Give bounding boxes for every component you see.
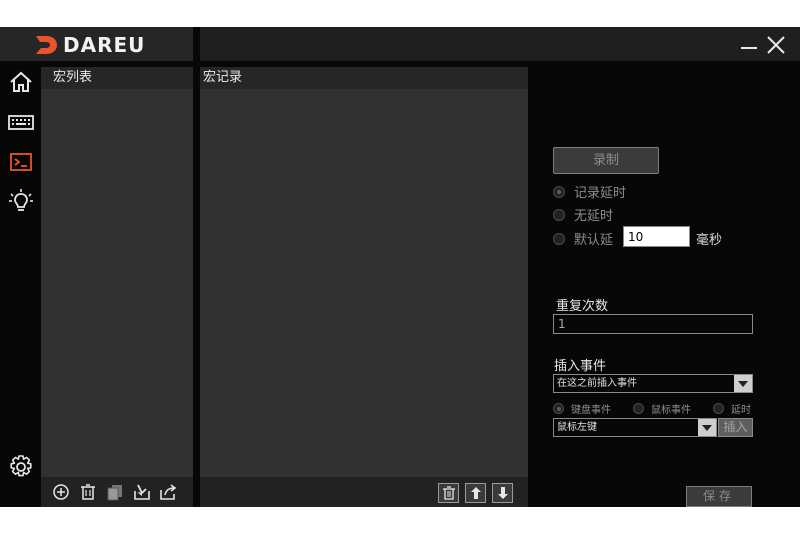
add-icon — [53, 484, 69, 500]
arrow-up-icon — [470, 487, 481, 499]
lightbulb-icon — [9, 189, 33, 211]
repeat-count-input[interactable] — [553, 314, 753, 334]
close-icon — [767, 36, 785, 54]
nav-keyboard[interactable] — [8, 109, 34, 135]
macro-record-panel[interactable]: 宏记录 — [200, 67, 528, 477]
record-button[interactable]: 录制 — [553, 147, 659, 174]
close-button[interactable] — [767, 36, 785, 54]
settings-gear-icon — [10, 455, 32, 477]
copy-icon — [107, 485, 122, 501]
radio-icon — [553, 232, 565, 245]
panel-divider[interactable] — [193, 67, 200, 507]
macro-settings-panel: 录制 记录延时 无延时 默认延 毫秒 重复次数 插入事件 在这之前插入事件 键盘… — [529, 61, 800, 507]
move-down-button[interactable] — [492, 483, 513, 503]
chevron-down-icon — [698, 419, 716, 436]
export-icon — [160, 484, 177, 500]
radio-icon — [633, 403, 644, 414]
brand-area: DAREU — [0, 27, 193, 61]
mouse-key-value: 鼠标左键 — [557, 422, 597, 433]
event-type-mouse[interactable]: 鼠标事件 — [633, 401, 691, 416]
delay-option-none[interactable]: 无延时 — [553, 205, 613, 224]
chevron-down-icon — [734, 375, 752, 392]
delay-unit-label: 毫秒 — [696, 233, 723, 248]
default-delay-input[interactable] — [623, 226, 690, 247]
title-divider — [193, 27, 200, 61]
delay-option-label: 无延时 — [574, 209, 614, 224]
radio-icon — [553, 403, 564, 414]
event-type-label: 键盘事件 — [571, 405, 611, 416]
radio-icon — [713, 403, 724, 414]
insert-event-label: 插入事件 — [554, 359, 607, 374]
mouse-key-select[interactable]: 鼠标左键 — [553, 418, 717, 437]
insert-button[interactable]: 插入 — [718, 418, 753, 437]
delete-icon — [81, 484, 95, 500]
event-type-keyboard[interactable]: 键盘事件 — [553, 401, 611, 416]
radio-icon — [553, 208, 565, 221]
app-window: DAREU 宏列表 宏记录 录制 记录延时 无延时 默认延 10 毫秒 重复次数… — [0, 27, 800, 507]
delete-macro-button[interactable] — [79, 483, 97, 501]
brand-name: DAREU — [63, 33, 146, 57]
add-macro-button[interactable] — [52, 483, 70, 501]
import-macro-button[interactable] — [133, 483, 151, 501]
insert-position-select[interactable]: 在这之前插入事件 — [553, 374, 753, 393]
macro-list-title: 宏列表 — [41, 67, 193, 89]
move-up-button[interactable] — [465, 483, 486, 503]
insert-position-value: 在这之前插入事件 — [557, 378, 637, 389]
nav-lighting[interactable] — [8, 189, 34, 215]
delay-option-default[interactable]: 默认延 — [553, 229, 613, 248]
delete-icon — [442, 486, 455, 500]
nav-settings[interactable] — [8, 454, 34, 480]
event-type-label: 延时 — [731, 405, 751, 416]
import-icon — [134, 484, 150, 500]
minimize-button[interactable] — [740, 36, 758, 54]
export-macro-button[interactable] — [159, 483, 177, 501]
nav-macro[interactable] — [8, 149, 34, 175]
macro-record-toolbar — [200, 477, 528, 507]
home-icon — [10, 71, 32, 92]
arrow-down-icon — [497, 487, 508, 499]
title-bar: DAREU — [0, 27, 800, 61]
macro-list-panel[interactable]: 宏列表 — [41, 67, 193, 477]
event-type-label: 鼠标事件 — [651, 405, 691, 416]
nav-home[interactable] — [8, 69, 34, 95]
delay-option-label: 记录延时 — [574, 186, 627, 201]
delay-option-label: 默认延 — [574, 233, 614, 248]
macro-record-title: 宏记录 — [200, 67, 528, 89]
macro-icon — [10, 153, 32, 171]
event-type-delay[interactable]: 延时 — [713, 401, 751, 416]
repeat-count-label: 重复次数 — [556, 299, 609, 314]
dareu-logo: DAREU — [33, 33, 145, 57]
macro-list-toolbar — [41, 477, 193, 507]
delete-event-button[interactable] — [438, 483, 459, 503]
keyboard-icon — [8, 115, 34, 130]
save-button[interactable]: 保存 — [686, 486, 752, 507]
dareu-logo-icon — [36, 36, 57, 54]
side-nav — [0, 61, 40, 507]
copy-macro-button[interactable] — [106, 483, 124, 501]
delay-option-record[interactable]: 记录延时 — [553, 182, 626, 201]
minimize-icon — [741, 47, 757, 49]
radio-icon — [553, 185, 565, 198]
